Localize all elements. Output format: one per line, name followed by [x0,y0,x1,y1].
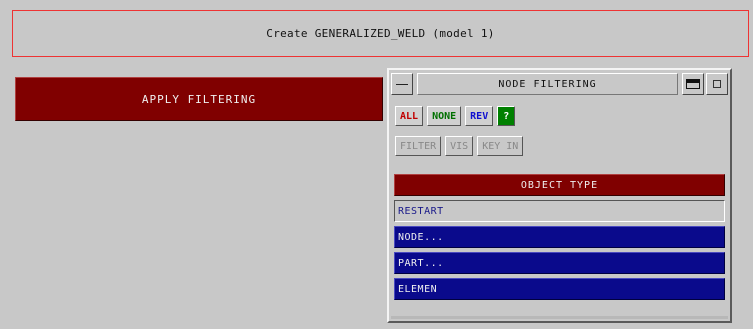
list-item-label: PART... [398,257,444,269]
list-item-label: RESTART [398,205,444,217]
list-item-label: ELEMEN [398,283,438,295]
help-icon: ? [503,110,510,122]
object-type-item-part[interactable]: PART... [394,252,725,274]
vis-label: VIS [450,140,469,152]
apply-filtering-button[interactable]: APPLY FILTERING [15,77,383,121]
maximize-button[interactable] [682,73,704,95]
filter-label: FILTER [400,140,437,152]
panel-title: NODE FILTERING [417,73,678,95]
restore-icon [713,80,721,88]
panel-header: NODE FILTERING [391,72,728,96]
select-all-label: ALL [400,110,419,122]
node-filtering-panel: NODE FILTERING ALL NONE REV ? FILTER VIS [387,68,732,323]
filter-options-row: FILTER VIS KEY IN [395,136,524,156]
minimize-icon [396,83,408,85]
select-none-label: NONE [432,110,457,122]
reverse-selection-label: REV [470,110,489,122]
restore-button[interactable] [706,73,728,95]
object-type-item-restart[interactable]: RESTART [394,200,725,222]
object-type-item-element[interactable]: ELEMEN [394,278,725,300]
apply-filtering-label: APPLY FILTERING [141,92,257,106]
window-title: Create GENERALIZED_WELD (model 1) [266,27,495,40]
help-button[interactable]: ? [497,106,516,126]
selection-toolbar: ALL NONE REV ? [395,106,516,126]
minimize-button[interactable] [391,73,413,95]
maximize-icon [686,79,700,89]
vis-button[interactable]: VIS [445,136,474,156]
key-in-label: KEY IN [482,140,519,152]
select-none-button[interactable]: NONE [427,106,462,126]
object-type-header: OBJECT TYPE [394,174,725,196]
panel-title-text: NODE FILTERING [498,78,597,90]
key-in-button[interactable]: KEY IN [477,136,524,156]
list-item-label: NODE... [398,231,444,243]
object-type-label: OBJECT TYPE [520,179,599,191]
select-all-button[interactable]: ALL [395,106,424,126]
window-title-bar: Create GENERALIZED_WELD (model 1) [12,10,749,57]
panel-bottom-strip [391,316,728,319]
reverse-selection-button[interactable]: REV [465,106,494,126]
object-type-item-node[interactable]: NODE... [394,226,725,248]
filter-button[interactable]: FILTER [395,136,442,156]
